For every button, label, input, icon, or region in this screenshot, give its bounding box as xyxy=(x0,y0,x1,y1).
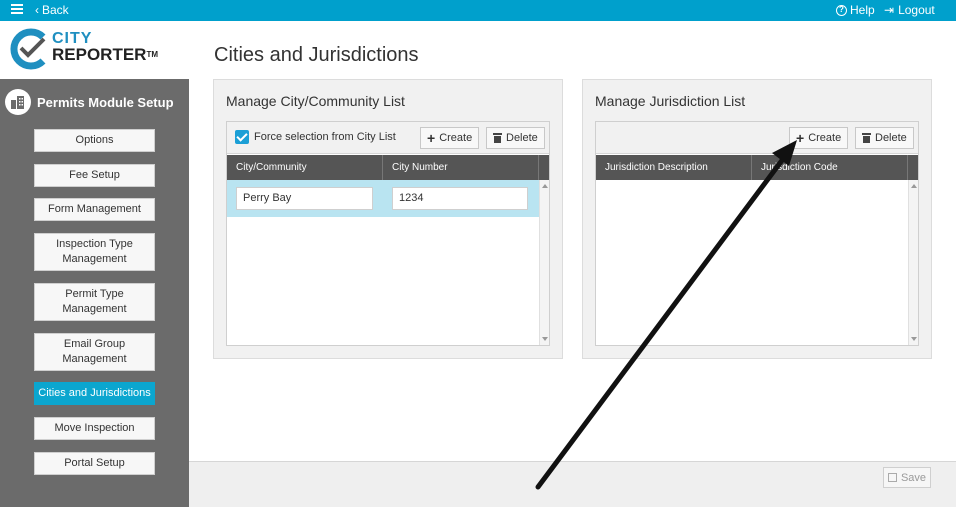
column-header-jurisdiction-description[interactable]: Jurisdiction Description xyxy=(596,155,752,180)
header-scroll-spacer xyxy=(539,155,549,180)
sidebar-item-permit-type-management[interactable]: Permit Type Management xyxy=(34,283,155,321)
help-icon: ? xyxy=(836,4,847,16)
help-label: Help xyxy=(850,3,875,17)
city-community-panel: Manage City/Community List Force selecti… xyxy=(213,79,563,359)
jurisdiction-create-label: Create xyxy=(808,132,842,144)
trash-icon xyxy=(493,133,502,143)
trash-icon xyxy=(862,133,871,143)
jurisdiction-grid-header: Jurisdiction Description Jurisdiction Co… xyxy=(596,155,908,180)
city-number-input[interactable]: 1234 xyxy=(392,187,528,210)
plus-icon: + xyxy=(427,130,436,146)
city-delete-button[interactable]: Delete xyxy=(486,127,545,149)
logout-label: Logout xyxy=(898,3,935,17)
module-title-label: Permits Module Setup xyxy=(37,94,174,110)
jurisdiction-delete-button[interactable]: Delete xyxy=(855,127,914,149)
chevron-left-icon: ‹ xyxy=(35,3,39,17)
save-label: Save xyxy=(900,471,927,484)
sidebar-item-inspection-type-management[interactable]: Inspection Type Management xyxy=(34,233,155,271)
column-header-jurisdiction-code[interactable]: Jurisdiction Code xyxy=(752,155,908,180)
table-row[interactable]: Perry Bay 1234 xyxy=(227,180,539,217)
back-link[interactable]: ‹ Back xyxy=(35,3,69,17)
city-reporter-logo-icon xyxy=(10,28,46,70)
city-grid-header: City/Community City Number xyxy=(227,155,539,180)
hamburger-menu-icon[interactable] xyxy=(11,4,23,16)
jurisdiction-grid: + Create Delete Jurisdiction Description… xyxy=(595,121,919,346)
sidebar-item-fee-setup[interactable]: Fee Setup xyxy=(34,164,155,187)
scroll-down-icon[interactable] xyxy=(542,337,548,341)
save-button[interactable]: Save xyxy=(883,467,931,488)
logout-icon: ⇥ xyxy=(884,3,895,17)
logo-line-reporter: REPORTER xyxy=(52,45,147,64)
module-title: Permits Module Setup xyxy=(5,89,174,115)
city-create-button[interactable]: + Create xyxy=(420,127,480,149)
scroll-up-icon[interactable] xyxy=(542,184,548,188)
page-title: Cities and Jurisdictions xyxy=(214,44,419,66)
scroll-down-icon[interactable] xyxy=(911,337,917,341)
sidebar-item-move-inspection[interactable]: Move Inspection xyxy=(34,417,155,440)
jurisdiction-grid-toolbar: + Create Delete xyxy=(596,122,918,154)
city-create-label: Create xyxy=(439,132,473,144)
save-disk-icon xyxy=(887,473,897,482)
jurisdiction-panel: Manage Jurisdiction List + Create Delete… xyxy=(582,79,932,359)
city-name-input[interactable]: Perry Bay xyxy=(236,187,373,210)
logo-trademark: TM xyxy=(146,50,159,59)
jurisdiction-delete-label: Delete xyxy=(875,132,907,144)
force-selection-checkbox[interactable] xyxy=(235,130,249,144)
sidebar-item-portal-setup[interactable]: Portal Setup xyxy=(34,452,155,475)
jurisdiction-create-button[interactable]: + Create xyxy=(789,127,849,149)
city-grid-scrollbar[interactable] xyxy=(539,180,549,345)
city-delete-label: Delete xyxy=(506,132,538,144)
city-grid: Force selection from City List + Create … xyxy=(226,121,550,346)
logo-text: CITY REPORTERTM xyxy=(52,31,159,64)
scroll-up-icon[interactable] xyxy=(911,184,917,188)
back-label: Back xyxy=(42,3,69,17)
sidebar-item-options[interactable]: Options xyxy=(34,129,155,152)
buildings-icon xyxy=(5,89,31,115)
footer-bar xyxy=(189,461,956,507)
city-grid-toolbar: Force selection from City List + Create … xyxy=(227,122,549,154)
force-selection-label: Force selection from City List xyxy=(254,131,396,143)
sidebar-item-cities-and-jurisdictions[interactable]: Cities and Jurisdictions xyxy=(34,382,155,405)
logo: CITY REPORTERTM xyxy=(0,21,189,79)
city-panel-title: Manage City/Community List xyxy=(226,93,405,109)
help-link[interactable]: ? Help xyxy=(836,3,875,17)
column-header-city-number[interactable]: City Number xyxy=(383,155,539,180)
column-header-city-community[interactable]: City/Community xyxy=(227,155,383,180)
sidebar-item-email-group-management[interactable]: Email Group Management xyxy=(34,333,155,371)
header-scroll-spacer xyxy=(908,155,918,180)
jurisdiction-panel-title: Manage Jurisdiction List xyxy=(595,93,746,109)
top-bar: ‹ Back ? Help ⇥ Logout xyxy=(0,0,956,21)
logout-link[interactable]: ⇥ Logout xyxy=(884,3,935,17)
jurisdiction-grid-scrollbar[interactable] xyxy=(908,180,918,345)
sidebar-item-form-management[interactable]: Form Management xyxy=(34,198,155,221)
plus-icon: + xyxy=(796,130,805,146)
